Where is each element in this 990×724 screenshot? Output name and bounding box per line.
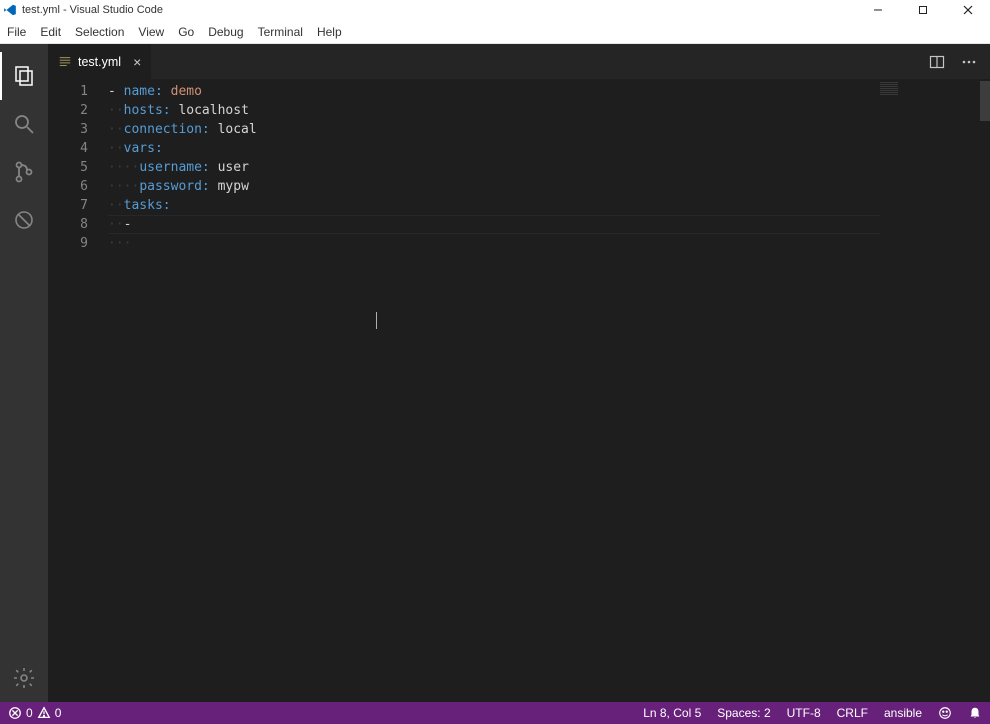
line-number: 6: [48, 177, 88, 196]
code-line[interactable]: ··vars:: [108, 139, 990, 158]
line-number: 9: [48, 234, 88, 253]
status-position[interactable]: Ln 8, Col 5: [643, 706, 701, 720]
code-line[interactable]: ···: [108, 234, 990, 253]
line-number-gutter: 123456789: [48, 79, 108, 702]
code-line[interactable]: ··tasks:: [108, 196, 990, 215]
activity-bar: [0, 44, 48, 702]
status-bar: 0 0 Ln 8, Col 5 Spaces: 2 UTF-8 CRLF ans…: [0, 702, 990, 724]
line-number: 8: [48, 215, 88, 234]
file-lines-icon: [58, 55, 72, 69]
menubar: File Edit Selection View Go Debug Termin…: [0, 20, 990, 44]
menu-help[interactable]: Help: [310, 20, 349, 43]
code-line[interactable]: ····password: mypw: [108, 177, 990, 196]
source-control-icon[interactable]: [0, 148, 48, 196]
menu-go[interactable]: Go: [171, 20, 201, 43]
feedback-smiley-icon[interactable]: [938, 706, 952, 720]
scrollbar-thumb[interactable]: [980, 81, 990, 121]
code-line[interactable]: - name: demo: [108, 82, 990, 101]
window-controls: [855, 0, 990, 20]
line-number: 3: [48, 120, 88, 139]
line-number: 4: [48, 139, 88, 158]
split-editor-icon[interactable]: [926, 51, 948, 73]
debug-icon[interactable]: [0, 196, 48, 244]
settings-gear-icon[interactable]: [0, 654, 48, 702]
more-actions-icon[interactable]: [958, 51, 980, 73]
minimize-button[interactable]: [855, 0, 900, 20]
line-number: 7: [48, 196, 88, 215]
menu-terminal[interactable]: Terminal: [251, 20, 310, 43]
close-button[interactable]: [945, 0, 990, 20]
window-title: test.yml - Visual Studio Code: [22, 4, 163, 16]
menu-view[interactable]: View: [131, 20, 171, 43]
minimap[interactable]: [880, 82, 898, 96]
menu-edit[interactable]: Edit: [33, 20, 68, 43]
line-number: 2: [48, 101, 88, 120]
status-errors[interactable]: 0: [8, 706, 33, 720]
text-cursor: [376, 312, 377, 329]
code-line[interactable]: ··hosts: localhost: [108, 101, 990, 120]
notifications-bell-icon[interactable]: [968, 706, 982, 720]
code-line[interactable]: ··connection: local: [108, 120, 990, 139]
status-warnings[interactable]: 0: [37, 706, 62, 720]
vscode-app-icon: [0, 0, 20, 20]
code-line[interactable]: ····username: user: [108, 158, 990, 177]
status-encoding[interactable]: UTF-8: [787, 706, 821, 720]
code-editor[interactable]: 123456789 - name: demo··hosts: localhost…: [48, 79, 990, 702]
status-language[interactable]: ansible: [884, 706, 922, 720]
tab-close-icon[interactable]: ×: [127, 54, 141, 70]
error-count: 0: [26, 706, 33, 720]
maximize-button[interactable]: [900, 0, 945, 20]
tabs-bar: test.yml ×: [48, 44, 990, 79]
status-eol[interactable]: CRLF: [837, 706, 868, 720]
menu-debug[interactable]: Debug: [201, 20, 250, 43]
menu-selection[interactable]: Selection: [68, 20, 131, 43]
warning-count: 0: [55, 706, 62, 720]
tab-label: test.yml: [78, 55, 121, 69]
search-icon[interactable]: [0, 100, 48, 148]
menu-file[interactable]: File: [0, 20, 33, 43]
line-number: 5: [48, 158, 88, 177]
window-titlebar: test.yml - Visual Studio Code: [0, 0, 990, 20]
tab-testyml[interactable]: test.yml ×: [48, 44, 151, 79]
line-number: 1: [48, 82, 88, 101]
status-spaces[interactable]: Spaces: 2: [717, 706, 770, 720]
code-line[interactable]: ··-: [108, 215, 990, 234]
explorer-icon[interactable]: [0, 52, 48, 100]
